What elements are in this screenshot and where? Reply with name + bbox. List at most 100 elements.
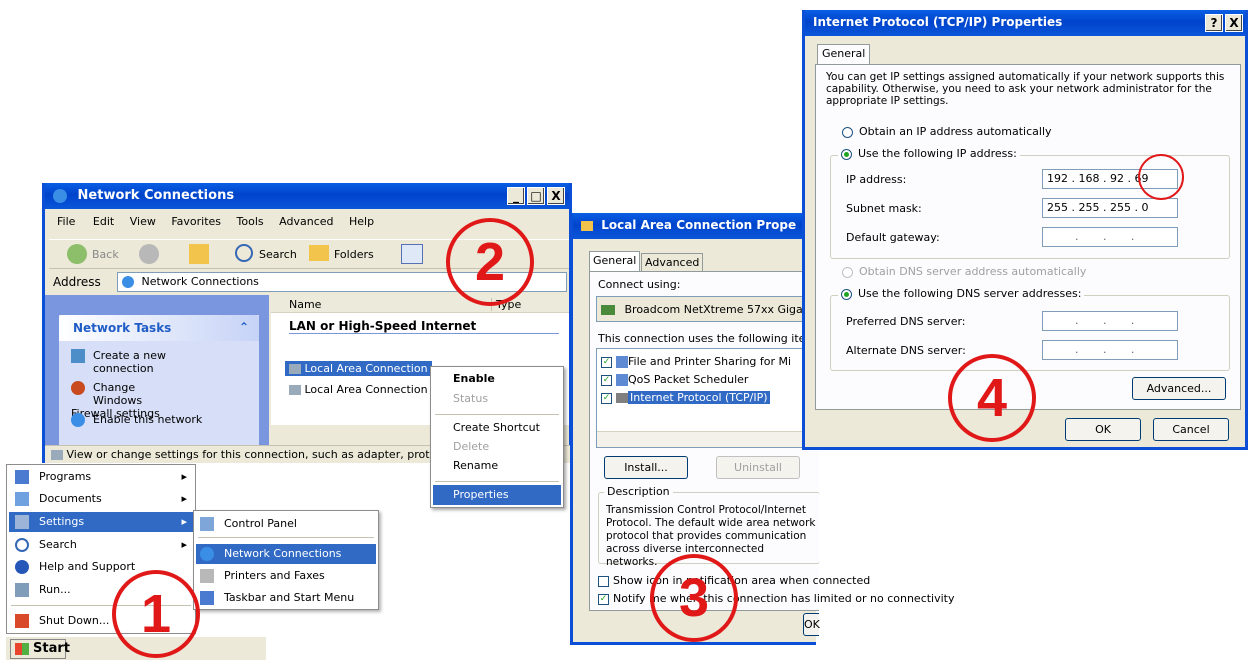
window-titlebar[interactable]: Network Connections [45, 183, 569, 209]
preferred-dns-input[interactable]: . . . [1042, 311, 1178, 331]
address-value: Network Connections [141, 275, 259, 288]
arrow-right-icon: ▸ [181, 515, 187, 528]
checkbox-checked[interactable]: ✓ [601, 356, 612, 368]
start-search[interactable]: Search ▸ [9, 535, 193, 555]
radio-disabled[interactable] [842, 266, 853, 278]
use-dns-label: Use the following DNS server addresses: [858, 287, 1082, 300]
ok-button[interactable]: OK [803, 613, 820, 636]
list-item-label: Local Area Connection [304, 383, 428, 396]
menu-file[interactable]: File [57, 215, 75, 228]
component-item[interactable]: ✓ File and Printer Sharing for Mi [601, 355, 791, 368]
task-create-label: Create a new connection [93, 349, 167, 375]
obtain-dns-label: Obtain DNS server address automatically [859, 265, 1087, 278]
collapse-icon[interactable]: ⌃ [239, 320, 249, 334]
menu-tools[interactable]: Tools [237, 215, 264, 228]
start-documents[interactable]: Documents ▸ [9, 489, 193, 509]
search-button[interactable]: Search [259, 248, 297, 261]
start-programs[interactable]: Programs ▸ [9, 467, 193, 487]
protocol-icon [616, 393, 628, 403]
menu-properties[interactable]: Properties [433, 485, 561, 505]
use-dns-option[interactable]: Use the following DNS server addresses: [838, 287, 1085, 300]
menu-advanced[interactable]: Advanced [279, 215, 333, 228]
tcpip-titlebar[interactable]: Internet Protocol (TCP/IP) Properties [805, 10, 1245, 36]
folder-up-icon[interactable] [189, 244, 209, 264]
network-connections-label: Network Connections [224, 547, 342, 560]
component-label: Internet Protocol (TCP/IP) [628, 391, 770, 404]
alternate-dns-input[interactable]: . . . [1042, 340, 1178, 360]
menu-delete[interactable]: Delete [433, 437, 561, 457]
start-label: Start [33, 641, 70, 656]
list-item[interactable]: Local Area Connection [285, 382, 432, 397]
maximize-button[interactable]: □ [527, 187, 545, 205]
component-item[interactable]: ✓ QoS Packet Scheduler [601, 373, 748, 386]
start-settings[interactable]: Settings ▸ [9, 512, 193, 532]
submenu-taskbar[interactable]: Taskbar and Start Menu [196, 588, 376, 608]
start-programs-label: Programs [39, 470, 92, 483]
menu-status[interactable]: Status [433, 389, 561, 409]
adapter-field: Broadcom NetXtreme 57xx Giga [596, 296, 820, 322]
checkbox-checked[interactable]: ✓ [601, 392, 612, 404]
component-item-selected[interactable]: ✓ Internet Protocol (TCP/IP) [601, 391, 770, 404]
help-button[interactable]: ? [1205, 14, 1223, 32]
uninstall-button[interactable]: Uninstall [716, 456, 800, 479]
use-ip-option[interactable]: Use the following IP address: [838, 147, 1020, 160]
start-button[interactable]: Start [10, 639, 70, 659]
radio-selected[interactable] [841, 288, 852, 300]
obtain-dns-option[interactable]: Obtain DNS server address automatically [842, 265, 1086, 278]
submenu-network-connections[interactable]: Network Connections [196, 544, 376, 564]
ok-button[interactable]: OK [1065, 418, 1141, 441]
radio-selected[interactable] [841, 148, 852, 160]
minimize-button[interactable]: _ [507, 187, 525, 205]
views-icon[interactable] [401, 244, 423, 264]
horizontal-scrollbar[interactable] [597, 431, 820, 447]
menu-favorites[interactable]: Favorites [171, 215, 221, 228]
submenu-control-panel[interactable]: Control Panel [196, 514, 376, 534]
alternate-dns-label: Alternate DNS server: [846, 344, 966, 357]
cancel-button[interactable]: Cancel [1153, 418, 1229, 441]
network-adapter-icon [601, 305, 615, 315]
close-button[interactable]: X [547, 187, 565, 205]
component-label: File and Printer Sharing for Mi [628, 355, 792, 368]
menu-help[interactable]: Help [349, 215, 374, 228]
list-item-label: Local Area Connection [304, 362, 428, 375]
context-menu: Enable Status Create Shortcut Delete Ren… [430, 366, 564, 508]
install-button[interactable]: Install... [604, 456, 688, 479]
network-tasks-header[interactable]: Network Tasks ⌃ [59, 315, 259, 341]
description-label: Description [604, 485, 673, 498]
checkbox-checked[interactable]: ✓ [598, 593, 609, 605]
folders-button[interactable]: Folders [334, 248, 374, 261]
list-item-selected[interactable]: Local Area Connection [285, 361, 432, 376]
tab-general[interactable]: General [589, 251, 641, 271]
submenu-printers[interactable]: Printers and Faxes [196, 566, 376, 586]
task-create-connection[interactable]: Create a new connection [71, 349, 251, 375]
dialog-title: Local Area Connection Prope [601, 218, 797, 232]
menu-enable[interactable]: Enable [433, 369, 561, 389]
back-label[interactable]: Back [92, 248, 119, 261]
dialog-titlebar[interactable]: Local Area Connection Prope [573, 213, 816, 239]
tab-general[interactable]: General [817, 44, 871, 64]
group-header: LAN or High-Speed Internet [289, 319, 559, 334]
menu-rename[interactable]: Rename [433, 456, 561, 476]
components-list: ✓ File and Printer Sharing for Mi ✓ QoS Pa… [596, 348, 820, 448]
menu-edit[interactable]: Edit [93, 215, 114, 228]
network-tasks-title: Network Tasks [73, 321, 172, 335]
subnet-mask-input[interactable]: 255 . 255 . 255 . 0 [1042, 198, 1178, 218]
advanced-button[interactable]: Advanced... [1132, 377, 1226, 400]
status-text: View or change settings for this connect… [66, 448, 437, 461]
column-name[interactable]: Name [289, 298, 321, 311]
menu-view[interactable]: View [130, 215, 156, 228]
task-enable-network[interactable]: Enable this network [71, 413, 251, 427]
folders-icon[interactable] [309, 245, 329, 261]
obtain-ip-option[interactable]: Obtain an IP address automatically [842, 125, 1052, 138]
tab-advanced[interactable]: Advanced [641, 253, 704, 271]
checkbox-checked[interactable]: ✓ [601, 374, 612, 386]
gateway-input[interactable]: . . . [1042, 227, 1178, 247]
checkbox-unchecked[interactable] [598, 575, 609, 587]
back-icon[interactable] [67, 244, 87, 264]
radio-unselected[interactable] [842, 126, 853, 138]
close-button[interactable]: X [1225, 14, 1243, 32]
settings-icon [15, 515, 29, 529]
search-icon[interactable] [235, 244, 253, 262]
menu-create-shortcut[interactable]: Create Shortcut [433, 418, 561, 438]
forward-icon[interactable] [139, 244, 159, 264]
